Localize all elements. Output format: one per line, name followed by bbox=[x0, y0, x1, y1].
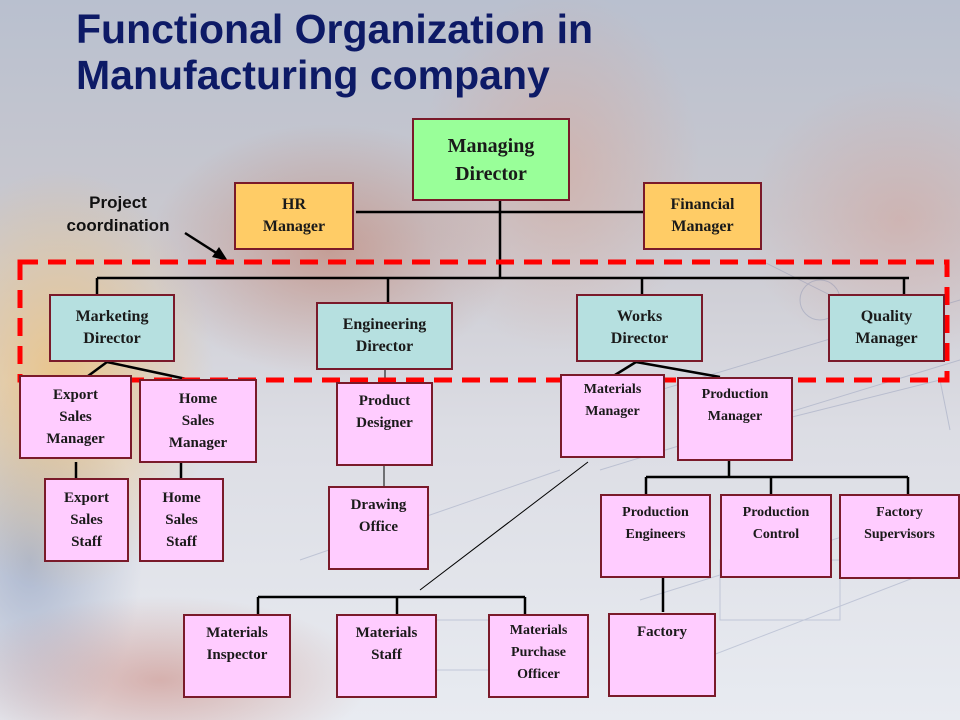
node-label: Engineers bbox=[625, 527, 686, 542]
node-materials-inspector[interactable]: Materials Inspector bbox=[183, 614, 291, 698]
node-label: Director bbox=[355, 338, 414, 355]
node-label: Drawing bbox=[350, 497, 407, 513]
node-label: Materials bbox=[583, 382, 642, 397]
node-product-designer[interactable]: Product Designer bbox=[336, 382, 433, 466]
node-factory[interactable]: Factory bbox=[608, 613, 716, 697]
node-drawing-office[interactable]: Drawing Office bbox=[328, 486, 429, 570]
node-label: Materials bbox=[355, 625, 418, 641]
node-label: Managing bbox=[447, 134, 535, 157]
node-label: Staff bbox=[166, 534, 197, 550]
node-label: HR bbox=[282, 196, 306, 213]
node-label: Works bbox=[616, 308, 663, 325]
node-label: Production bbox=[701, 387, 769, 402]
node-label: Staff bbox=[371, 647, 402, 663]
node-materials-manager[interactable]: Materials Manager bbox=[560, 374, 665, 458]
node-label: Quality bbox=[860, 308, 913, 325]
node-label: Control bbox=[752, 527, 800, 542]
node-works-director[interactable]: Works Director bbox=[576, 294, 703, 362]
node-label: Office bbox=[358, 519, 399, 535]
node-label: Manager bbox=[168, 435, 228, 451]
node-label: Supervisors bbox=[864, 527, 935, 542]
node-materials-purchase-officer[interactable]: Materials Purchase Officer bbox=[488, 614, 589, 698]
node-export-sales-staff[interactable]: Export Sales Staff bbox=[44, 478, 129, 562]
annotation-arrow bbox=[184, 231, 219, 256]
node-label: Officer bbox=[517, 667, 560, 682]
node-export-sales-manager[interactable]: Export Sales Manager bbox=[19, 375, 132, 459]
node-label: Sales bbox=[165, 512, 198, 528]
node-label: Factory bbox=[876, 505, 923, 520]
node-factory-supervisors[interactable]: Factory Supervisors bbox=[839, 494, 960, 579]
arrowhead-icon bbox=[212, 247, 228, 261]
node-label: Engineering bbox=[342, 316, 427, 333]
node-label: Staff bbox=[71, 534, 102, 550]
node-label: Home bbox=[162, 490, 201, 506]
node-label: Product bbox=[358, 393, 411, 409]
node-label: Sales bbox=[181, 413, 215, 429]
node-label: Production bbox=[622, 505, 689, 520]
node-label: Director bbox=[610, 330, 669, 347]
node-production-manager[interactable]: Production Manager bbox=[677, 377, 793, 461]
node-managing-director[interactable]: Managing Director bbox=[412, 118, 570, 201]
node-production-engineers[interactable]: Production Engineers bbox=[600, 494, 711, 578]
node-label: Manager bbox=[671, 218, 734, 235]
project-coordination-label: Project coordination bbox=[48, 191, 188, 237]
note-line-2: coordination bbox=[66, 216, 170, 235]
node-label: Financial bbox=[670, 196, 735, 213]
node-label: Home bbox=[178, 391, 218, 407]
node-label: Marketing bbox=[75, 308, 149, 325]
node-financial-manager[interactable]: Financial Manager bbox=[643, 182, 762, 250]
node-label: Export bbox=[64, 490, 109, 506]
node-hr-manager[interactable]: HR Manager bbox=[234, 182, 354, 250]
node-label: Inspector bbox=[206, 647, 268, 663]
node-label: Purchase bbox=[511, 645, 566, 660]
node-quality-manager[interactable]: Quality Manager bbox=[828, 294, 945, 362]
node-label: Director bbox=[83, 330, 141, 347]
node-label: Director bbox=[455, 162, 527, 185]
node-materials-staff[interactable]: Materials Staff bbox=[336, 614, 437, 698]
node-engineering-director[interactable]: Engineering Director bbox=[316, 302, 453, 370]
node-home-sales-staff[interactable]: Home Sales Staff bbox=[139, 478, 224, 562]
node-label: Materials bbox=[509, 623, 568, 638]
node-label: Manager bbox=[855, 330, 918, 347]
node-label: Production bbox=[742, 505, 810, 520]
node-home-sales-manager[interactable]: Home Sales Manager bbox=[139, 379, 257, 463]
note-line-1: Project bbox=[89, 193, 147, 212]
node-label: Materials bbox=[206, 625, 268, 641]
node-label: Manager bbox=[585, 404, 640, 419]
node-label: Export bbox=[53, 387, 98, 403]
node-label: Sales bbox=[70, 512, 103, 528]
connector-mm-materials bbox=[419, 461, 589, 591]
node-label: Manager bbox=[262, 218, 326, 235]
node-label: Designer bbox=[356, 415, 413, 431]
node-label: Manager bbox=[46, 431, 105, 447]
node-production-control[interactable]: Production Control bbox=[720, 494, 832, 578]
node-marketing-director[interactable]: Marketing Director bbox=[49, 294, 175, 362]
node-label: Factory bbox=[637, 624, 687, 640]
node-label: Sales bbox=[59, 409, 92, 425]
node-label: Manager bbox=[707, 409, 763, 424]
